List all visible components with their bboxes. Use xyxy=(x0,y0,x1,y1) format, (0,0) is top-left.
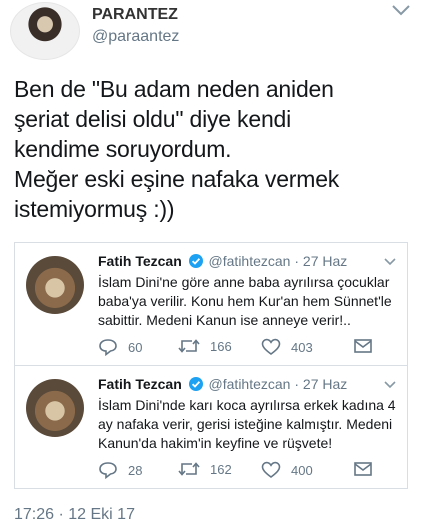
quoted-author-avatar[interactable] xyxy=(26,379,84,437)
tweet-line: istemiyormuş :)) xyxy=(14,196,175,222)
author-handle[interactable]: @paraantez xyxy=(92,28,179,46)
quoted-tweet-header: Fatih Tezcan @fatihtezcan · 27 Haz xyxy=(98,253,347,269)
chevron-down-icon[interactable] xyxy=(389,2,413,18)
quoted-author-name[interactable]: Fatih Tezcan xyxy=(98,376,182,392)
like-button[interactable]: 400 xyxy=(261,461,313,479)
retweet-icon xyxy=(178,462,200,476)
tweet-timestamp[interactable]: 17:26 · 12 Eki 17 xyxy=(14,506,135,524)
quoted-author-avatar[interactable] xyxy=(26,256,84,314)
quoted-tweet-header: Fatih Tezcan @fatihtezcan · 27 Haz xyxy=(98,376,347,392)
action-bar: 60 166 403 xyxy=(98,338,398,358)
reply-icon xyxy=(99,339,117,356)
like-button[interactable]: 403 xyxy=(261,338,313,356)
reply-button[interactable]: 60 xyxy=(98,338,142,356)
chevron-down-icon[interactable] xyxy=(383,380,397,390)
retweet-button[interactable]: 162 xyxy=(178,461,232,477)
tweet-text: Ben de "Bu adam neden aniden şeriat deli… xyxy=(14,74,419,224)
verified-badge-icon xyxy=(188,254,203,268)
quoted-tweet-text: İslam Dini'nde karı koca ayrılırsa erkek… xyxy=(98,396,403,453)
tweet-line: şeriat delisi oldu" diye kendi xyxy=(14,106,292,132)
tweet-line: Ben de "Bu adam neden aniden xyxy=(14,76,334,102)
quoted-author-handle[interactable]: @fatihtezcan xyxy=(209,253,291,269)
quoted-tweet-text: İslam Dini'ne göre anne baba ayrılırsa ç… xyxy=(98,273,403,330)
quoted-line: ay nafaka verir, gerisi isteğine kalmışt… xyxy=(98,416,393,432)
reply-count: 60 xyxy=(128,339,143,355)
retweet-count: 162 xyxy=(210,461,232,477)
tweet-line: kendime soruyordum. xyxy=(14,136,232,162)
retweet-count: 166 xyxy=(210,338,232,354)
quoted-tweet-date[interactable]: · 27 Haz xyxy=(294,376,347,392)
message-icon xyxy=(354,462,372,476)
retweet-button[interactable]: 166 xyxy=(178,338,232,354)
quoted-tweet[interactable]: Fatih Tezcan @fatihtezcan · 27 Haz İslam… xyxy=(14,242,408,365)
tweet-line: Meğer eski eşine nafaka vermek xyxy=(14,166,340,192)
quoted-line: Kanun'da hakim'in keyfine ve rüşvete! xyxy=(98,435,333,451)
like-count: 403 xyxy=(291,339,313,355)
quoted-tweet[interactable]: Fatih Tezcan @fatihtezcan · 27 Haz İslam… xyxy=(14,365,408,489)
quoted-tweet-date[interactable]: · 27 Haz xyxy=(294,253,347,269)
quoted-line: İslam Dini'ne göre anne baba ayrılırsa ç… xyxy=(98,274,390,290)
author-avatar[interactable] xyxy=(10,2,80,60)
quoted-line: baba'ya verilir. Konu hem Kur'an hem Sün… xyxy=(98,293,392,309)
reply-count: 28 xyxy=(128,462,143,478)
reply-button[interactable]: 28 xyxy=(98,461,142,479)
direct-message-button[interactable] xyxy=(353,461,373,477)
quoted-author-name[interactable]: Fatih Tezcan xyxy=(98,253,182,269)
action-bar: 28 162 400 xyxy=(98,461,398,481)
quoted-line: İslam Dini'nde karı koca ayrılırsa erkek… xyxy=(98,397,396,413)
author-display-name[interactable]: PARANTEZ xyxy=(92,6,178,24)
message-icon xyxy=(354,339,372,353)
quoted-author-handle[interactable]: @fatihtezcan xyxy=(209,376,291,392)
quoted-line: sabittir. Medeni Kanun ise anneye verir!… xyxy=(98,312,351,328)
reply-icon xyxy=(99,462,117,479)
heart-icon xyxy=(261,461,281,479)
verified-badge-icon xyxy=(188,377,203,391)
heart-icon xyxy=(261,338,281,356)
direct-message-button[interactable] xyxy=(353,338,373,354)
retweet-icon xyxy=(178,339,200,353)
chevron-down-icon[interactable] xyxy=(383,257,397,267)
like-count: 400 xyxy=(291,462,313,478)
